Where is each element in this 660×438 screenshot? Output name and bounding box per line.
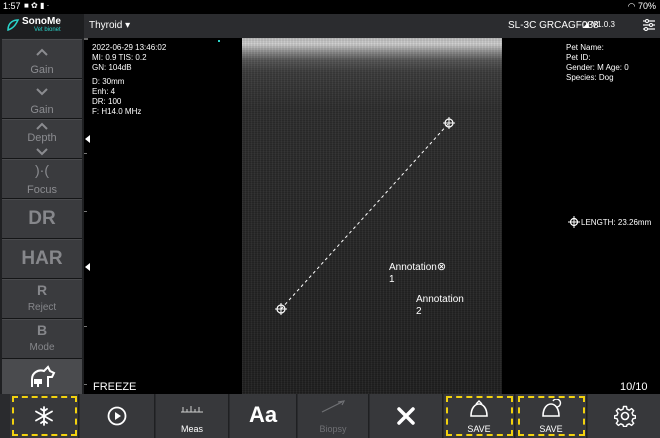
device-icon: ◪ <box>582 20 592 29</box>
depth-up-icon[interactable] <box>36 122 48 130</box>
reject-button[interactable]: R Reject <box>2 279 82 319</box>
annotation-1-text: Annotation <box>389 262 437 273</box>
status-time: 1:57 <box>3 1 21 11</box>
focus-icon: )·( <box>35 162 49 178</box>
dr-label: DR <box>28 208 56 229</box>
status-icons: ■ ✿ ▮ · <box>24 1 50 10</box>
brand-name: SonoMe <box>22 16 61 27</box>
menu-sliders-icon[interactable] <box>643 19 655 31</box>
caliper-start-icon[interactable] <box>275 303 287 315</box>
body-mark-button[interactable] <box>2 359 82 395</box>
measure-label: Meas <box>180 424 203 434</box>
gain-label: Gain <box>30 64 54 76</box>
reject-big-label: R <box>36 282 48 298</box>
caliper-end-icon[interactable] <box>443 117 455 129</box>
ruler-icon <box>181 406 203 413</box>
length-measurement: LENGTH: 23.26mm <box>581 218 652 227</box>
wifi-icon: ◠ <box>627 1 638 11</box>
save-clip-button[interactable]: SAVE <box>516 394 587 438</box>
probe-save-clip-icon <box>542 399 562 417</box>
gain-label-2: Gain <box>30 104 54 116</box>
biopsy-needle-icon <box>321 400 346 413</box>
har-label: HAR <box>21 248 63 269</box>
preset-dropdown[interactable]: Thyroid ▾ <box>89 20 130 31</box>
har-button[interactable]: HAR <box>2 239 82 279</box>
mode-big-label: B <box>36 322 48 338</box>
annotation-2-text: Annotation <box>416 294 464 305</box>
gain-down-button[interactable]: Gain <box>2 79 82 119</box>
chevron-down-icon <box>36 88 48 96</box>
dog-bodymark-icon <box>31 365 56 387</box>
measure-button[interactable]: Meas <box>156 394 229 438</box>
probe-save-image-icon <box>470 400 488 417</box>
battery-indicator: ◠ 70% <box>628 1 656 12</box>
play-circle-icon <box>107 406 127 426</box>
length-caliper-icon <box>568 216 580 228</box>
freeze-button[interactable] <box>10 394 79 438</box>
mode-button[interactable]: B Mode <box>2 319 82 359</box>
brand-subtitle: Vet bionet <box>34 27 61 33</box>
chevron-up-icon <box>36 48 48 56</box>
snowflake-icon <box>35 406 53 426</box>
brand-logo-icon <box>7 19 20 32</box>
settings-button[interactable] <box>588 394 660 438</box>
version-label: ◪ V1.0.3 <box>582 20 615 29</box>
dr-button[interactable]: DR <box>2 199 82 239</box>
biopsy-label: Biopsy <box>319 424 347 434</box>
battery-percent: 70% <box>637 1 656 11</box>
freeze-status: FREEZE <box>93 381 137 393</box>
app-logo: SonoMe Vet bionet <box>0 14 84 38</box>
annotation-1-number: 1 <box>389 274 395 285</box>
annotation-2-number: 2 <box>416 306 422 317</box>
depth-button[interactable]: Depth <box>2 119 82 159</box>
depth-label: Depth <box>27 132 57 144</box>
text-annotation-button[interactable]: Aa <box>230 394 297 438</box>
text-annotation-label: Aa <box>248 402 278 427</box>
annotation-2[interactable]: Annotation 2 <box>416 294 464 318</box>
save-clip-label: SAVE <box>539 424 563 434</box>
save-image-button[interactable]: SAVE <box>444 394 515 438</box>
biopsy-button[interactable]: Biopsy <box>298 394 369 438</box>
control-sidebar: Gain Gain Depth )·( Focus DR HAR R Rejec… <box>0 38 84 395</box>
cine-play-button[interactable] <box>80 394 155 438</box>
annotation-1[interactable]: Annotation⊗ 1 <box>389 261 446 286</box>
mode-label: Mode <box>29 342 55 353</box>
annotation-delete-icon[interactable]: ⊗ <box>437 261 446 273</box>
ultrasound-image-area[interactable]: 2022-06-29 13:46:02 MI: 0.9 TIS: 0.2 GN:… <box>84 38 660 394</box>
depth-down-icon[interactable] <box>36 148 48 156</box>
reject-label: Reject <box>27 302 57 313</box>
frame-counter: 10/10 <box>620 381 648 393</box>
exit-button[interactable] <box>370 394 443 438</box>
status-bar: 1:57 ■ ✿ ▮ · ◠ 70% <box>0 0 660 14</box>
gear-icon <box>614 405 636 427</box>
close-icon <box>397 407 415 425</box>
focus-label: Focus <box>27 184 57 196</box>
bottom-toolbar: Meas Aa Biopsy SAVE SAVE <box>0 394 660 438</box>
save-image-label: SAVE <box>467 424 491 434</box>
focus-button[interactable]: )·( Focus <box>2 159 82 199</box>
measurement-overlay <box>275 117 580 315</box>
gain-up-button[interactable]: Gain <box>2 39 82 79</box>
header-bar: SonoMe Vet bionet Thyroid ▾ SL-3C GRCAGF… <box>0 14 660 38</box>
